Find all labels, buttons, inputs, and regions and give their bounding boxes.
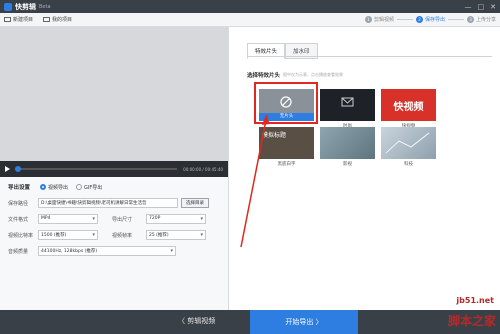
seek-handle[interactable]	[15, 166, 22, 172]
step-label: 剪辑视频	[373, 17, 394, 23]
framerate-select[interactable]: 25 (推荐)	[146, 230, 206, 240]
step-number: 2	[415, 16, 423, 23]
step-share[interactable]: 3 上传分享	[466, 16, 496, 23]
start-export-button[interactable]: 开始导出 〉	[250, 310, 358, 334]
section-hint: 图中仅为示意，点击播放查看效果	[283, 72, 343, 77]
new-project-label: 新建项目	[13, 17, 34, 23]
step-export[interactable]: 2 保存导出	[415, 16, 445, 23]
export-settings-title: 导出设置	[8, 185, 31, 191]
envelope-icon	[341, 97, 354, 107]
video-export-label: 视频导出	[48, 184, 69, 191]
gif-export-label: GIF导出	[84, 184, 103, 191]
step-edit[interactable]: 1 剪辑视频	[364, 16, 394, 23]
step-divider	[396, 19, 413, 20]
browse-button[interactable]: 选择目录	[181, 198, 209, 208]
size-select[interactable]: 720P	[146, 214, 206, 224]
intro-thumb	[381, 127, 436, 159]
step-label: 保存导出	[424, 17, 445, 23]
app-logo-icon	[4, 2, 12, 11]
back-to-edit-button[interactable]: 〈 剪辑视频	[178, 316, 215, 326]
radio-selected-icon	[40, 184, 47, 190]
section-title: 选择特效片头	[247, 73, 281, 79]
maximize-button[interactable]: □	[478, 3, 485, 11]
gif-export-radio[interactable]: GIF导出	[76, 184, 102, 191]
export-settings-panel: 导出设置 视频导出 GIF导出 保存路径 D:\桌面快捷\书籍\快剪辑视频\老司…	[0, 177, 228, 310]
format-select[interactable]: MP4	[38, 214, 98, 224]
video-preview	[0, 27, 228, 161]
video-export-radio[interactable]: 视频导出	[40, 184, 68, 191]
framerate-label: 视频帧率	[112, 232, 133, 239]
bitrate-select[interactable]: 1500 (推荐)	[38, 230, 98, 240]
my-projects-button[interactable]: 我的项目	[43, 16, 72, 23]
tab-divider	[247, 56, 492, 57]
radio-icon	[76, 184, 83, 190]
folder-icon	[43, 17, 51, 22]
step-number: 3	[466, 16, 474, 23]
intro-caption: 影视	[343, 162, 352, 167]
intro-card-tech[interactable]: 科技	[381, 127, 436, 172]
effects-panel: 特效片头 加水印 选择特效片头 图中仅为示意，点击播放查看效果 无片头 时尚 快…	[228, 27, 500, 310]
intro-card-film[interactable]: 影视	[320, 127, 375, 172]
format-label: 文件格式	[8, 216, 29, 223]
size-label: 导出尺寸	[112, 216, 133, 223]
toolbar: 新建项目 我的项目 1 剪辑视频 2 保存导出 3 上传分享	[0, 13, 500, 27]
intro-thumb	[320, 89, 375, 121]
intro-thumb	[320, 127, 375, 159]
seek-bar[interactable]	[15, 166, 178, 172]
intro-caption: 科技	[404, 162, 413, 167]
save-path-label: 保存路径	[8, 200, 29, 207]
audio-quality-label: 音频质量	[8, 248, 29, 255]
step-divider	[447, 19, 464, 20]
bitrate-label: 视频比特率	[8, 232, 34, 239]
step-number: 1	[364, 16, 372, 23]
minimize-button[interactable]: —	[465, 3, 472, 11]
my-projects-label: 我的项目	[52, 17, 73, 23]
beta-badge: Beta	[39, 3, 51, 10]
close-button[interactable]: ✕	[490, 3, 496, 11]
watermark-url: jb51.net	[456, 296, 494, 305]
step-indicator: 1 剪辑视频 2 保存导出 3 上传分享	[364, 16, 496, 23]
title-bar: 快剪辑 Beta — □ ✕	[0, 0, 500, 13]
annotation-arrow	[240, 115, 270, 248]
bottom-bar: 〈 剪辑视频 开始导出 〉	[0, 310, 500, 334]
player-controls: 00:00:00 / 00:45:40	[0, 161, 228, 177]
new-project-button[interactable]: 新建项目	[4, 16, 33, 23]
tech-lines-graphic	[385, 132, 430, 154]
app-title: 快剪辑	[15, 2, 36, 11]
audio-quality-select[interactable]: 44100Hz, 128kbps (推荐)	[38, 246, 176, 256]
time-display: 00:00:00 / 00:45:40	[183, 166, 223, 172]
play-icon[interactable]	[5, 166, 10, 172]
new-project-icon	[4, 17, 11, 22]
step-label: 上传分享	[475, 17, 496, 23]
intro-thumb: 快视频	[381, 89, 436, 121]
save-path-input[interactable]: D:\桌面快捷\书籍\快剪辑视频\老司机讲解日常生活哲	[38, 198, 178, 208]
watermark-text: 脚本之家	[447, 314, 496, 328]
